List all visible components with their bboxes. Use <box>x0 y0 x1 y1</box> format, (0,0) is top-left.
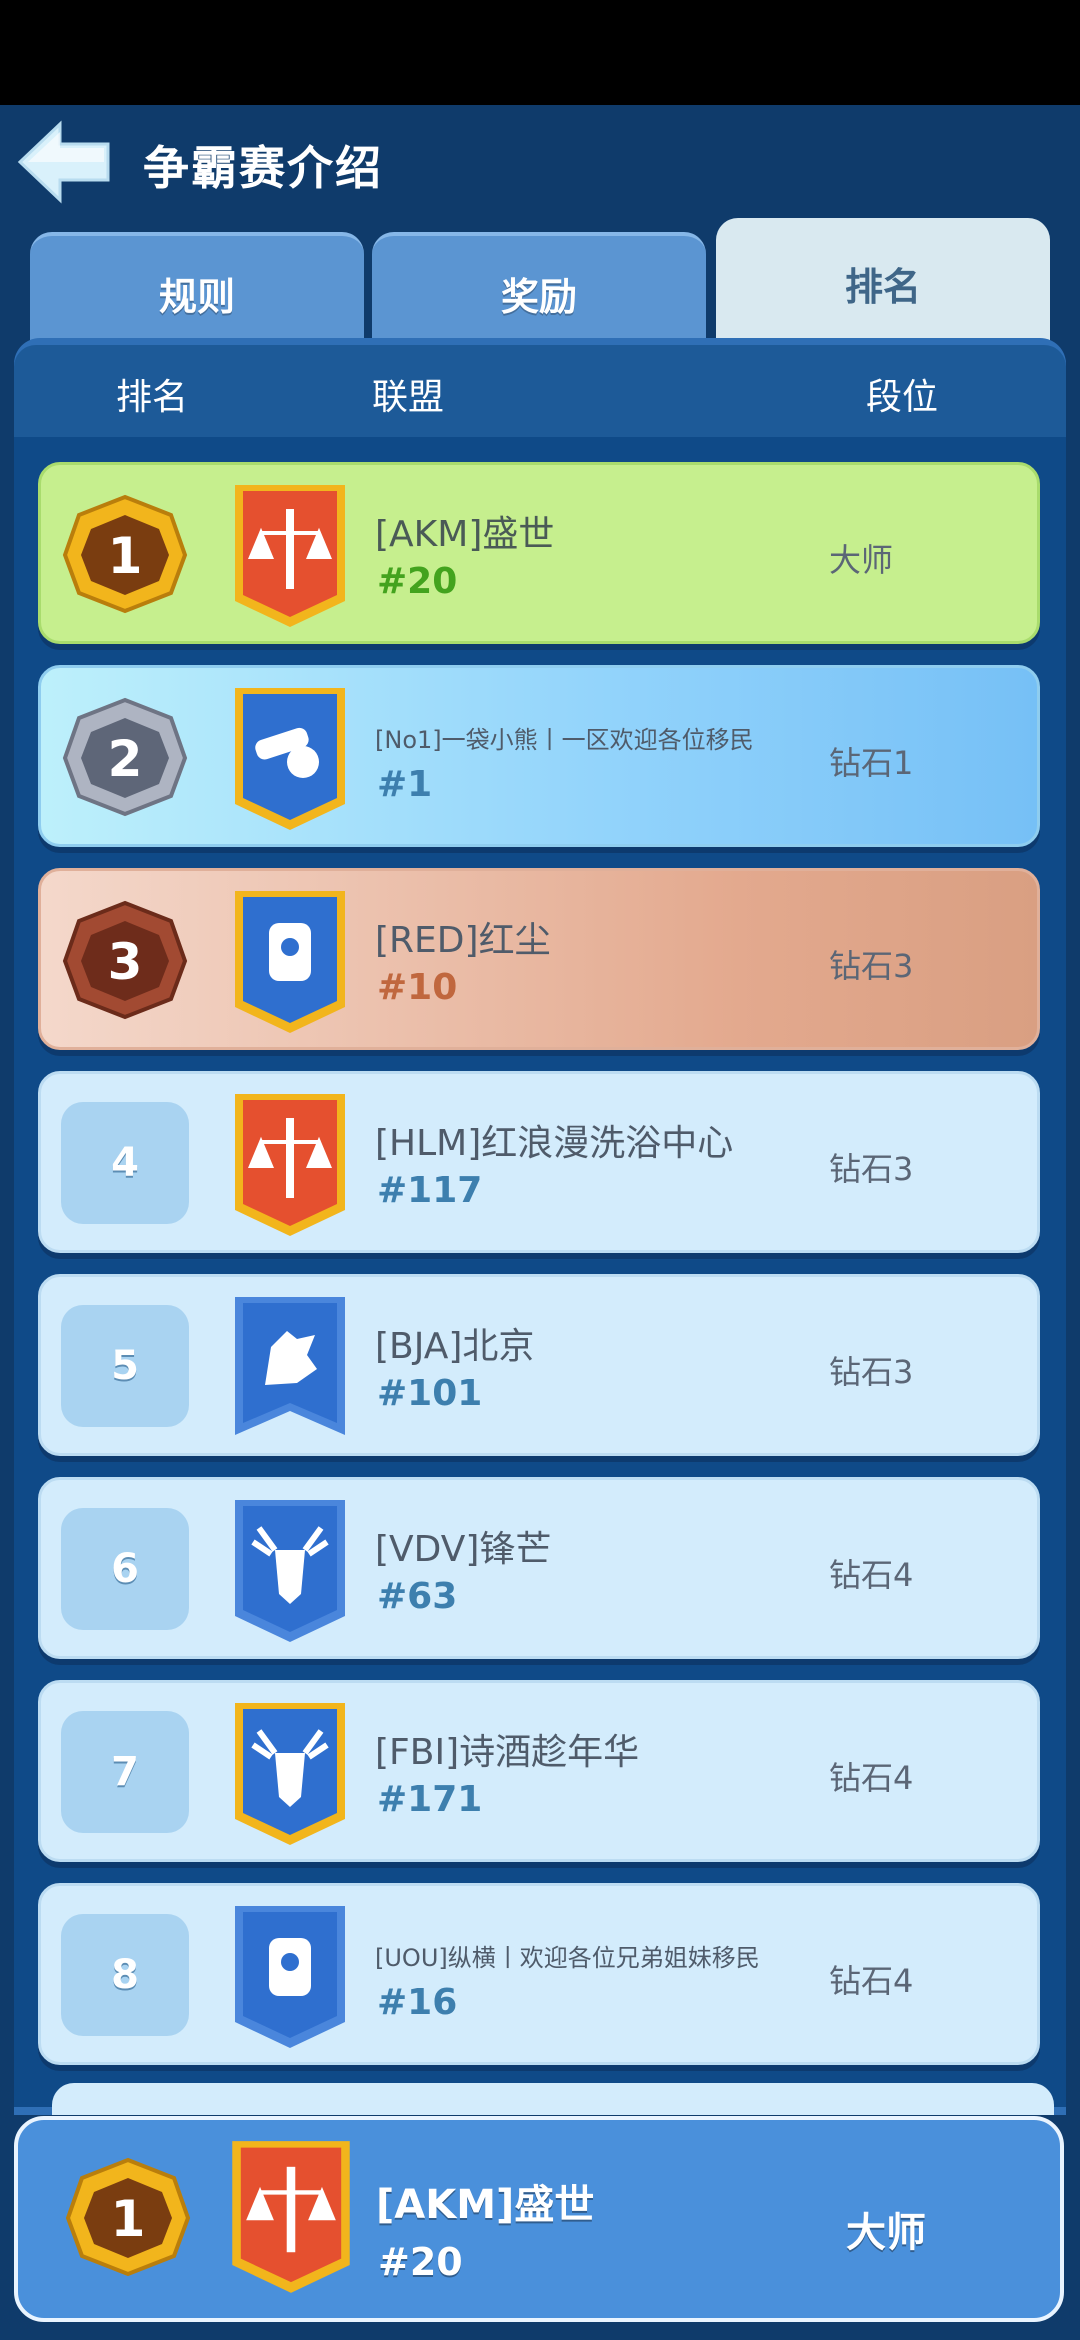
alliance-name: [AKM]盛世 <box>376 2182 595 2228</box>
tab-ranking[interactable]: 排名 <box>716 218 1050 342</box>
ranking-row[interactable]: 3 [RED]红尘 #10 钻石3 <box>38 868 1040 1050</box>
tier-label: 钻石4 <box>829 1962 914 2000</box>
ranking-row[interactable]: 8 [UOU]纵横丨欢迎各位兄弟姐妹移民 #16 钻石4 <box>38 1883 1040 2065</box>
moose-icon <box>235 1500 345 1642</box>
tier-label: 钻石4 <box>829 1556 914 1594</box>
alliance-number: #63 <box>377 1576 458 1617</box>
rank-number: 4 <box>61 1102 189 1224</box>
tier-label: 钻石3 <box>829 1150 914 1188</box>
column-rank: 排名 <box>116 377 189 418</box>
tab-rewards[interactable]: 奖励 <box>372 232 706 342</box>
alliance-name: [VDV]锋芒 <box>375 1529 552 1570</box>
alliance-name: [AKM]盛世 <box>375 514 555 555</box>
status-bar <box>0 0 1080 105</box>
alliance-name: [BJA]北京 <box>375 1326 535 1367</box>
ranking-row[interactable]: 2 [No1]一袋小熊丨一区欢迎各位移民 #1 钻石1 <box>38 665 1040 847</box>
silver-medal-icon: 2 <box>62 697 188 817</box>
page-title: 争霸赛介绍 <box>143 141 383 195</box>
gold-medal-icon: 1 <box>62 494 188 614</box>
medal-number: 1 <box>111 2190 146 2248</box>
scales-sword-icon <box>235 485 345 627</box>
scales-sword-icon <box>235 1094 345 1236</box>
moose-icon <box>235 1703 345 1845</box>
medal-number: 3 <box>108 933 143 991</box>
tier-label: 钻石3 <box>829 947 914 985</box>
ranking-row[interactable]: 4 [HLM]红浪漫洗浴中心 #117 钻石3 <box>38 1071 1040 1253</box>
tab-rules[interactable]: 规则 <box>30 232 364 342</box>
tier-label: 钻石1 <box>829 744 914 782</box>
alliance-number: #117 <box>377 1170 483 1211</box>
rank-number: 7 <box>61 1711 189 1833</box>
tier-label: 钻石4 <box>829 1759 914 1797</box>
alliance-name: [FBI]诗酒趁年华 <box>375 1732 640 1773</box>
gauntlet-icon <box>235 1906 345 2048</box>
alliance-number: #1 <box>377 764 433 805</box>
rank-number: 5 <box>61 1305 189 1427</box>
alliance-number: #20 <box>377 561 458 602</box>
alliance-number: #20 <box>378 2240 463 2284</box>
wolf-icon <box>235 1297 345 1435</box>
column-tier: 段位 <box>866 377 939 418</box>
tier-label: 大师 <box>846 2210 926 2256</box>
my-alliance-card[interactable]: 1 [AKM]盛世 #20 大师 <box>14 2116 1064 2322</box>
tier-label: 钻石3 <box>829 1353 914 1391</box>
cannon-icon <box>235 688 345 830</box>
gold-medal-icon: 1 <box>65 2157 191 2277</box>
medal-number: 1 <box>108 527 143 585</box>
alliance-number: #10 <box>377 967 458 1008</box>
ranking-row[interactable]: 6 [VDV]锋芒 #63 钻石4 <box>38 1477 1040 1659</box>
alliance-name: [HLM]红浪漫洗浴中心 <box>375 1123 734 1164</box>
alliance-number: #16 <box>377 1982 458 2023</box>
alliance-name: [UOU]纵横丨欢迎各位兄弟姐妹移民 <box>375 1944 760 1972</box>
ranking-row[interactable]: 7 [FBI]诗酒趁年华 #171 钻石4 <box>38 1680 1040 1862</box>
alliance-name: [RED]红尘 <box>375 920 551 961</box>
medal-number: 2 <box>108 730 143 788</box>
gauntlet-icon <box>235 891 345 1033</box>
column-alliance: 联盟 <box>372 377 445 418</box>
alliance-name: [No1]一袋小熊丨一区欢迎各位移民 <box>375 726 754 754</box>
alliance-number: #101 <box>377 1373 483 1414</box>
tier-label: 大师 <box>829 541 894 579</box>
back-arrow-icon <box>17 120 110 204</box>
rank-number: 6 <box>61 1508 189 1630</box>
ranking-row[interactable]: 1 [AKM]盛世 #20 大师 <box>38 462 1040 644</box>
ranking-row[interactable]: 5 [BJA]北京 #101 钻石3 <box>38 1274 1040 1456</box>
alliance-number: #171 <box>377 1779 483 1820</box>
rank-number: 8 <box>61 1914 189 2036</box>
back-button[interactable] <box>14 118 114 206</box>
bronze-medal-icon: 3 <box>62 900 188 1020</box>
scales-sword-icon <box>232 2141 350 2293</box>
